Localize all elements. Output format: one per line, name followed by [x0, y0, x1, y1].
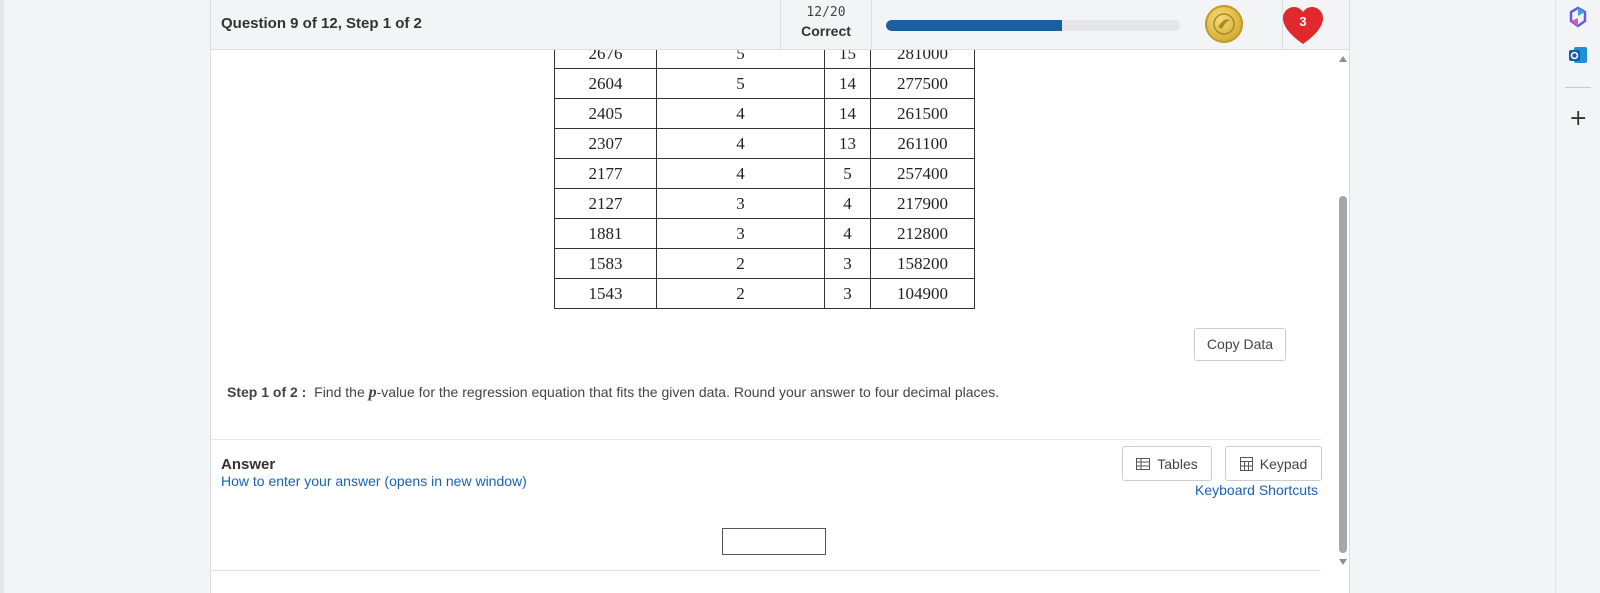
table-cell: 2127 [554, 188, 657, 219]
step-instructions: Step 1 of 2 : Find the p-value for the r… [227, 384, 999, 402]
table-cell: 2 [656, 278, 825, 309]
left-edge [0, 0, 4, 593]
scrollbar[interactable] [1337, 50, 1349, 593]
table-cell: 4 [656, 128, 825, 159]
copilot-icon[interactable] [1567, 6, 1589, 28]
side-divider [1565, 87, 1591, 88]
lives-count: 3 [1299, 14, 1307, 29]
table-cell: 5 [656, 68, 825, 99]
table-cell: 13 [824, 128, 871, 159]
table-cell: 4 [824, 188, 871, 219]
step-label: Step 1 of 2 : [227, 384, 307, 400]
table-row: 2405 4 14 261500 [554, 98, 975, 129]
scroll-thumb[interactable] [1339, 196, 1347, 553]
table-cell: 277500 [870, 68, 975, 99]
keyboard-shortcuts-link[interactable]: Keyboard Shortcuts [1195, 482, 1318, 498]
table-cell: 3 [656, 188, 825, 219]
section-divider [211, 439, 1321, 440]
table-cell: 261100 [870, 128, 975, 159]
score-box: 12/20 Correct [780, 0, 872, 49]
table-cell: 5 [656, 50, 825, 69]
scroll-down-arrow-icon[interactable] [1339, 559, 1347, 565]
table-cell: 257400 [870, 158, 975, 189]
table-cell: 15 [824, 50, 871, 69]
tables-button[interactable]: Tables [1122, 446, 1212, 481]
answer-input[interactable] [722, 528, 826, 555]
keypad-button[interactable]: Keypad [1225, 446, 1322, 481]
browser-side-panel: + [1555, 0, 1600, 593]
step-text-after: -value for the regression equation that … [376, 384, 1000, 400]
table-row: 2604 5 14 277500 [554, 68, 975, 99]
table-cell: 14 [824, 68, 871, 99]
keypad-label: Keypad [1259, 455, 1308, 472]
coin-emblem-icon [1213, 13, 1235, 35]
progress-bar [886, 20, 1180, 31]
step-text-before: Find the [314, 384, 369, 400]
table-cell: 212800 [870, 218, 975, 249]
score-label: Correct [801, 23, 851, 39]
table-cell: 2177 [554, 158, 657, 189]
table-cell: 5 [824, 158, 871, 189]
tables-label: Tables [1157, 455, 1198, 472]
table-cell: 3 [656, 218, 825, 249]
table-cell: 261500 [870, 98, 975, 129]
table-row: 2676 5 15 281000 [554, 50, 975, 69]
table-row: 2307 4 13 261100 [554, 128, 975, 159]
table-cell: 3 [824, 248, 871, 279]
table-cell: 4 [656, 98, 825, 129]
outlook-icon[interactable] [1567, 44, 1589, 66]
table-cell: 4 [824, 218, 871, 249]
table-icon [1136, 457, 1151, 470]
table-cell: 1881 [554, 218, 657, 249]
add-icon[interactable]: + [1569, 106, 1587, 131]
table-cell: 14 [824, 98, 871, 129]
copy-data-button[interactable]: Copy Data [1194, 328, 1286, 361]
progress-fill [886, 20, 1063, 31]
lives-heart-icon: 3 [1281, 6, 1325, 46]
table-cell: 2604 [554, 68, 657, 99]
answer-title: Answer [221, 456, 276, 473]
table-cell: 2405 [554, 98, 657, 129]
help-link[interactable]: How to enter your answer (opens in new w… [221, 473, 527, 489]
table-cell: 104900 [870, 278, 975, 309]
coin-badge-icon[interactable] [1205, 5, 1243, 43]
calculator-icon [1239, 456, 1253, 471]
table-cell: 217900 [870, 188, 975, 219]
question-header: Question 9 of 12, Step 1 of 2 12/20 Corr… [211, 0, 1349, 50]
question-panel: Question 9 of 12, Step 1 of 2 12/20 Corr… [210, 0, 1350, 593]
table-cell: 2307 [554, 128, 657, 159]
table-cell: 3 [824, 278, 871, 309]
table-cell: 158200 [870, 248, 975, 279]
table-cell: 1583 [554, 248, 657, 279]
table-cell: 2 [656, 248, 825, 279]
question-title: Question 9 of 12, Step 1 of 2 [221, 15, 422, 32]
bottom-divider [211, 570, 1321, 571]
table-row: 1543 2 3 104900 [554, 278, 975, 309]
table-cell: 2676 [554, 50, 657, 69]
table-row: 2177 4 5 257400 [554, 158, 975, 189]
table-row: 2127 3 4 217900 [554, 188, 975, 219]
data-table: 2676 5 15 281000 2604 5 14 277500 2405 4 14 261500 2… [554, 50, 975, 309]
score-fraction: 12/20 [806, 5, 846, 20]
table-row: 1583 2 3 158200 [554, 248, 975, 279]
table-cell: 281000 [870, 50, 975, 69]
step-variable: p [368, 384, 377, 401]
table-row: 1881 3 4 212800 [554, 218, 975, 249]
table-cell: 4 [656, 158, 825, 189]
scroll-up-arrow-icon[interactable] [1339, 56, 1347, 62]
question-content: 2676 5 15 281000 2604 5 14 277500 2405 4 14 261500 2… [211, 50, 1331, 593]
table-cell: 1543 [554, 278, 657, 309]
